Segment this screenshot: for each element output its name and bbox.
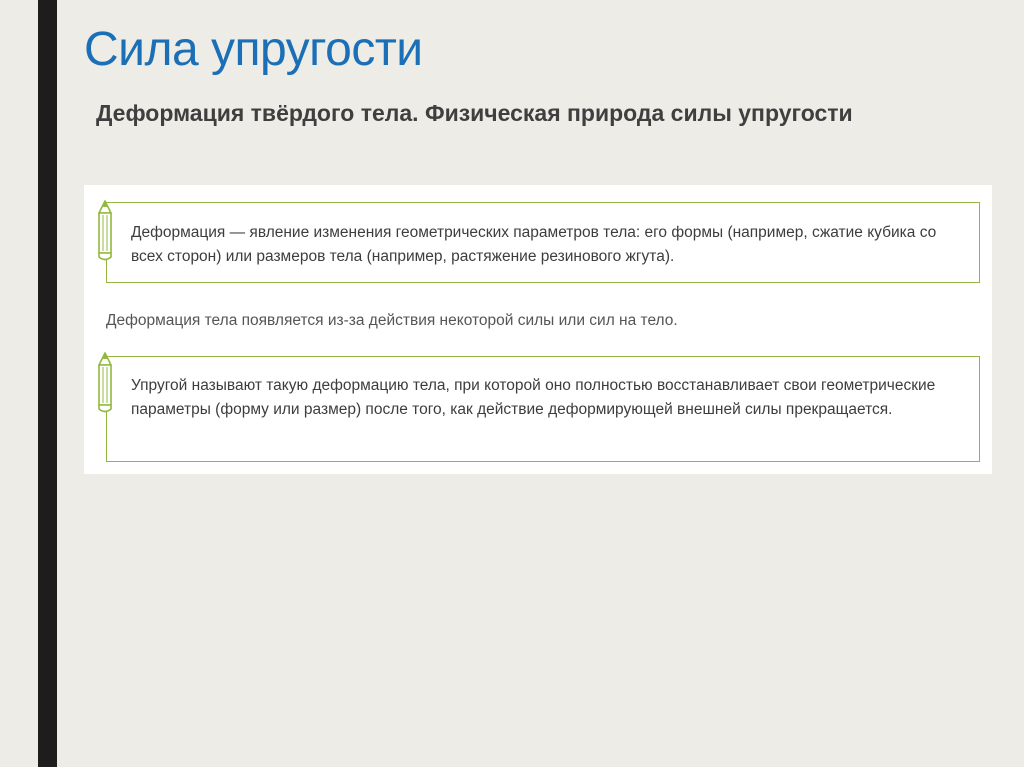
pencil-icon bbox=[98, 352, 112, 413]
definition-box: Деформация — явление изменения геометрич… bbox=[106, 202, 980, 283]
definition-text: Упругой называют такую деформацию тела, … bbox=[131, 377, 936, 418]
slide-title: Сила упругости bbox=[84, 23, 423, 76]
body-paragraph: Деформация тела появляется из-за действи… bbox=[106, 312, 678, 329]
definition-box: Упругой называют такую деформацию тела, … bbox=[106, 356, 980, 462]
content-panel: Деформация — явление изменения геометрич… bbox=[84, 185, 992, 474]
definition-text: Деформация — явление изменения геометрич… bbox=[131, 224, 937, 265]
slide-subtitle: Деформация твёрдого тела. Физическая при… bbox=[96, 100, 853, 126]
pencil-icon bbox=[98, 200, 112, 261]
left-accent-bar bbox=[38, 0, 57, 767]
